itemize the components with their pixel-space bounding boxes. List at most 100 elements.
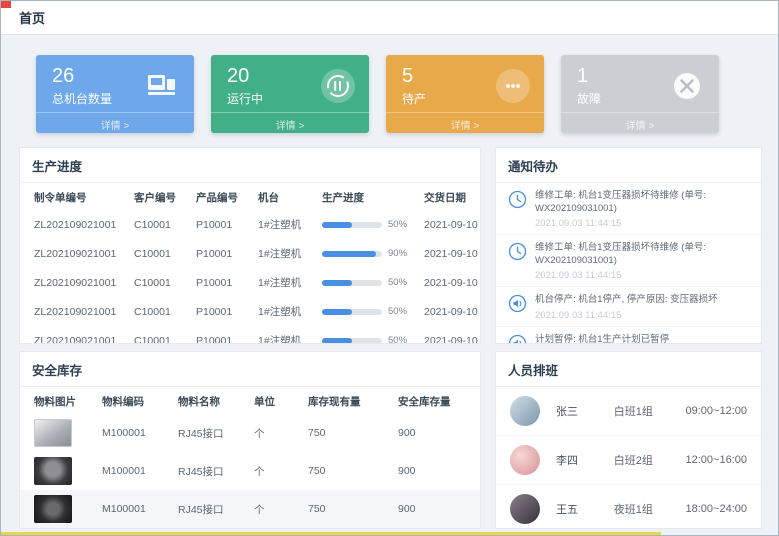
notice-body: 维修工单: 机台1变压器损坏待维修 (单号: WX202109031001) 2… bbox=[535, 189, 749, 229]
col-machine: 机台 bbox=[252, 183, 316, 210]
safety-stock-panel: 安全库存 物料图片 物料编码 物料名称 单位 库存现有量 安全库存量 bbox=[19, 351, 481, 529]
product-cell: P10001 bbox=[190, 210, 252, 239]
order-cell: ZL202109021001 bbox=[20, 239, 128, 268]
customer-cell: C10001 bbox=[128, 268, 190, 297]
waiting-label: 待产 bbox=[402, 90, 426, 107]
unit-cell: 个 bbox=[248, 452, 302, 490]
progress-bar bbox=[322, 338, 382, 344]
staff-shift: 白班1组 bbox=[614, 403, 686, 419]
machine-cell: 1#注塑机 bbox=[252, 239, 316, 268]
machine-cell: 1#注塑机 bbox=[252, 297, 316, 326]
corner-artifact bbox=[1, 1, 11, 8]
notice-item[interactable]: 机台停产: 机台1停产, 停产原因: 变压器损坏 2021.09.03 11:4… bbox=[496, 287, 761, 326]
card-text: 26 总机台数量 bbox=[52, 65, 112, 107]
running-label: 运行中 bbox=[227, 90, 263, 107]
card-text: 1 故障 bbox=[577, 65, 601, 107]
production-row: ZL202109021001 C10001 P10001 1#注塑机 90% 2… bbox=[20, 239, 481, 268]
order-cell: ZL202109021001 bbox=[20, 210, 128, 239]
staff-shift: 夜班1组 bbox=[614, 501, 686, 517]
avatar bbox=[510, 494, 540, 524]
machine-cell: 1#注塑机 bbox=[252, 326, 316, 344]
dashboard-screen: 首页 26 总机台数量 详情 > bbox=[0, 0, 779, 536]
card-waiting: 5 待产 详情 > bbox=[386, 55, 544, 133]
order-cell: ZL202109021001 bbox=[20, 326, 128, 344]
col-current-stock: 库存现有量 bbox=[302, 387, 392, 414]
col-customer-no: 客户编号 bbox=[128, 183, 190, 210]
progress-cell: 90% bbox=[316, 239, 418, 268]
progress-percent: 50% bbox=[388, 219, 407, 230]
col-progress: 生产进度 bbox=[316, 183, 418, 210]
customer-cell: C10001 bbox=[128, 326, 190, 344]
notice-time: 2021.09.03 11:44:15 bbox=[535, 270, 749, 281]
running-refresh-icon bbox=[321, 69, 355, 103]
card-running: 20 运行中 详情 > bbox=[211, 55, 369, 133]
col-product-no: 产品编号 bbox=[190, 183, 252, 210]
date-cell: 2021-09-10 bbox=[418, 239, 481, 268]
waiting-value: 5 bbox=[402, 65, 426, 87]
notice-item[interactable]: 维修工单: 机台1变压器损坏待维修 (单号: WX202109031001) 2… bbox=[496, 235, 761, 287]
avatar bbox=[510, 396, 540, 426]
production-table: 制令单编号 客户编号 产品编号 机台 生产进度 交货日期 ZL202109021… bbox=[20, 183, 481, 344]
notice-text: 维修工单: 机台1变压器损坏待维修 (单号: WX202109031001) bbox=[535, 189, 749, 215]
stock-panel-title: 安全库存 bbox=[20, 352, 480, 387]
tab-home[interactable]: 首页 bbox=[19, 8, 45, 27]
progress-percent: 90% bbox=[388, 248, 407, 259]
col-material-name: 物料名称 bbox=[172, 387, 248, 414]
progress-percent: 50% bbox=[388, 335, 407, 344]
product-cell: P10001 bbox=[190, 297, 252, 326]
order-cell: ZL202109021001 bbox=[20, 268, 128, 297]
progress-cell: 50% bbox=[316, 210, 418, 239]
code-cell: M100001 bbox=[96, 490, 172, 528]
production-row: ZL202109021001 C10001 P10001 1#注塑机 50% 2… bbox=[20, 326, 481, 344]
product-cell: P10001 bbox=[190, 239, 252, 268]
col-safety-stock: 安全库存量 bbox=[392, 387, 481, 414]
staff-shift: 白班2组 bbox=[614, 452, 686, 468]
top-bar: 首页 bbox=[1, 1, 778, 35]
notice-body: 机台停产: 机台1停产, 停产原因: 变压器损坏 2021.09.03 11:4… bbox=[535, 293, 718, 320]
current-cell: 750 bbox=[302, 452, 392, 490]
stock-table: 物料图片 物料编码 物料名称 单位 库存现有量 安全库存量 M100001 R bbox=[20, 387, 481, 528]
card-main: 5 待产 bbox=[386, 55, 544, 107]
card-main: 26 总机台数量 bbox=[36, 55, 194, 107]
waiting-detail-link[interactable]: 详情 > bbox=[386, 112, 544, 136]
staff-name: 李四 bbox=[556, 452, 614, 468]
current-cell: 750 bbox=[302, 414, 392, 452]
progress-cell: 50% bbox=[316, 326, 418, 344]
speaker-icon bbox=[508, 333, 527, 344]
card-fault: 1 故障 详情 > bbox=[561, 55, 719, 133]
production-row: ZL202109021001 C10001 P10001 1#注塑机 50% 2… bbox=[20, 268, 481, 297]
material-image bbox=[34, 457, 72, 485]
staff-row: 王五 夜班1组 18:00~24:00 bbox=[496, 485, 761, 529]
safety-cell: 900 bbox=[392, 490, 481, 528]
fault-detail-link[interactable]: 详情 > bbox=[561, 112, 719, 136]
staff-panel-title: 人员排班 bbox=[496, 352, 761, 387]
date-cell: 2021-09-10 bbox=[418, 268, 481, 297]
running-detail-link[interactable]: 详情 > bbox=[211, 112, 369, 136]
notice-body: 计划暂停: 机台1生产计划已暂停 2021.09.03 11:44:15 bbox=[535, 333, 669, 344]
product-cell: P10001 bbox=[190, 268, 252, 297]
card-text: 5 待产 bbox=[402, 65, 426, 107]
total-machines-label: 总机台数量 bbox=[52, 90, 112, 107]
production-progress-panel: 生产进度 制令单编号 客户编号 产品编号 机台 生产进度 交货日期 bbox=[19, 147, 481, 344]
col-unit: 单位 bbox=[248, 387, 302, 414]
notice-item[interactable]: 维修工单: 机台1变压器损坏待维修 (单号: WX202109031001) 2… bbox=[496, 183, 761, 235]
notice-time: 2021.09.03 11:44:15 bbox=[535, 218, 749, 229]
notice-item[interactable]: 计划暂停: 机台1生产计划已暂停 2021.09.03 11:44:15 bbox=[496, 327, 761, 344]
progress-bar bbox=[322, 251, 382, 257]
stat-cards-row: 26 总机台数量 详情 > 20 bbox=[1, 35, 778, 133]
speaker-icon bbox=[508, 293, 527, 320]
total-machines-detail-link[interactable]: 详情 > bbox=[36, 112, 194, 136]
notice-time: 2021.09.03 11:44:15 bbox=[535, 310, 718, 321]
unit-cell: 个 bbox=[248, 414, 302, 452]
staff-name: 王五 bbox=[556, 501, 614, 517]
ellipsis-waiting-icon bbox=[496, 69, 530, 103]
code-cell: M100001 bbox=[96, 452, 172, 490]
card-text: 20 运行中 bbox=[227, 65, 263, 107]
staff-name: 张三 bbox=[556, 403, 614, 419]
staff-row: 李四 白班2组 12:00~16:00 bbox=[496, 436, 761, 485]
machine-cell: 1#注塑机 bbox=[252, 210, 316, 239]
col-order-no: 制令单编号 bbox=[20, 183, 128, 210]
progress-cell: 50% bbox=[316, 297, 418, 326]
customer-cell: C10001 bbox=[128, 239, 190, 268]
notice-text: 机台停产: 机台1停产, 停产原因: 变压器损坏 bbox=[535, 293, 718, 306]
